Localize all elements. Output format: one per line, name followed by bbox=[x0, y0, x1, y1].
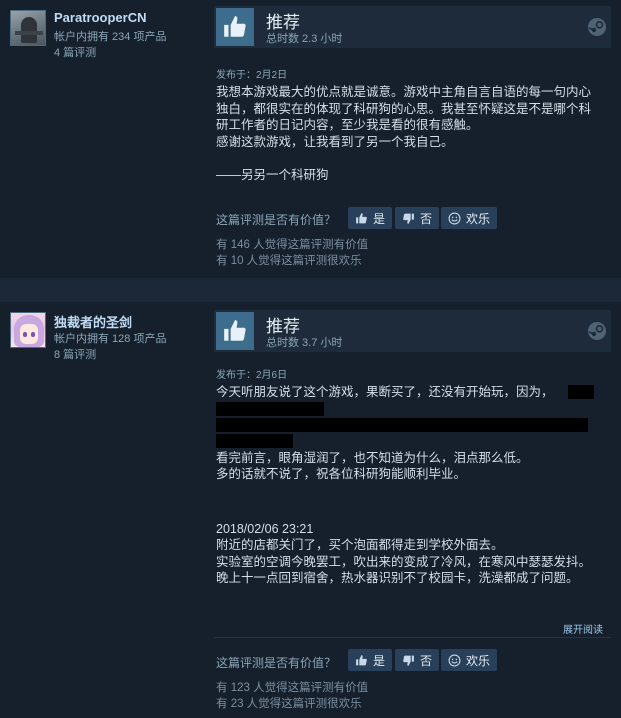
review-card: ParatrooperCN 帐户内拥有 234 项产品 4 篇评测 推荐 总时数… bbox=[0, 0, 621, 278]
helpful-question: 这篇评测是否有价值？ bbox=[216, 213, 337, 227]
funny-count: 有 10 人觉得这篇评测很欢乐 bbox=[216, 255, 362, 267]
author-name[interactable]: ParatrooperCN bbox=[54, 10, 146, 25]
vote-header[interactable]: 推荐 总时数 3.7 小时 bbox=[214, 310, 611, 352]
helpful-question: 这篇评测是否有价值？ bbox=[216, 656, 337, 670]
redacted-block bbox=[216, 433, 293, 448]
avatar[interactable] bbox=[10, 10, 46, 46]
review-text-diary: 2018/02/06 23:21 附近的店都关门了，买个泡面都得走到学校外面去。… bbox=[216, 521, 592, 586]
vote-yes-button[interactable]: 是 bbox=[348, 649, 393, 671]
thumbs-down-icon bbox=[403, 213, 414, 224]
smiley-icon bbox=[448, 654, 461, 666]
avatar[interactable] bbox=[10, 312, 46, 348]
thumbs-up-icon bbox=[216, 312, 254, 350]
review-separator bbox=[0, 278, 621, 302]
author-name[interactable]: 独裁者的圣剑 bbox=[54, 312, 132, 331]
divider bbox=[214, 637, 611, 638]
funny-count: 有 23 人觉得这篇评测很欢乐 bbox=[216, 698, 362, 710]
helpful-count: 有 123 人觉得这篇评测有价值 bbox=[216, 682, 369, 694]
review-text: 看完前言，眼角湿润了，也不知道为什么，泪点那么低。 多的话就不说了，祝各位科研狗… bbox=[216, 450, 529, 482]
content-fade bbox=[214, 582, 611, 618]
smiley-icon bbox=[448, 212, 461, 224]
steam-logo-icon bbox=[588, 18, 606, 36]
review-body: 我想本游戏最大的优点就是诚意。游戏中主角自言自语的每一句内心独白，都很实在的体现… bbox=[216, 84, 598, 183]
redacted-block bbox=[568, 385, 594, 399]
vote-header[interactable]: 推荐 总时数 2.3 小时 bbox=[214, 6, 611, 48]
no-label: 否 bbox=[420, 211, 433, 226]
helpful-count: 有 146 人觉得这篇评测有价值 bbox=[216, 239, 369, 251]
posted-date: 发布于：2月6日 bbox=[216, 370, 288, 381]
thumbs-up-icon bbox=[216, 8, 254, 46]
thumbs-up-icon bbox=[356, 654, 367, 665]
helpful-counts: 有 146 人觉得这篇评测有价值 有 10 人觉得这篇评测很欢乐 bbox=[216, 237, 368, 269]
thumbs-up-icon bbox=[356, 212, 367, 223]
yes-label: 是 bbox=[373, 211, 386, 226]
vote-yes-button[interactable]: 是 bbox=[348, 207, 393, 229]
vote-no-button[interactable]: 否 bbox=[395, 649, 440, 671]
helpful-counts: 有 123 人觉得这篇评测有价值 有 23 人觉得这篇评测很欢乐 bbox=[216, 680, 368, 712]
hours-played: 总时数 3.7 小时 bbox=[266, 337, 343, 349]
review-count[interactable]: 8 篇评测 bbox=[54, 346, 96, 362]
review-text-line1: 今天听朋友说了这个游戏，果断买了，还没有开始玩，因为， bbox=[216, 385, 554, 399]
vote-no-button[interactable]: 否 bbox=[395, 207, 440, 229]
vote-funny-button[interactable]: 欢乐 bbox=[441, 649, 498, 671]
review-count[interactable]: 4 篇评测 bbox=[54, 44, 96, 60]
funny-label: 欢乐 bbox=[466, 211, 491, 226]
thumbs-down-icon bbox=[403, 655, 414, 666]
expand-review-link[interactable]: 展开阅读 bbox=[563, 621, 603, 636]
review-text: 我想本游戏最大的优点就是诚意。游戏中主角自言自语的每一句内心独白，都很实在的体现… bbox=[216, 85, 592, 182]
review-body: 今天听朋友说了这个游戏，果断买了，还没有开始玩，因为， 看完前言，眼角湿润了，也… bbox=[216, 384, 598, 587]
products-owned[interactable]: 帐户内拥有 128 项产品 bbox=[54, 330, 166, 346]
funny-label: 欢乐 bbox=[466, 653, 491, 668]
hours-played: 总时数 2.3 小时 bbox=[266, 33, 343, 45]
products-owned[interactable]: 帐户内拥有 234 项产品 bbox=[54, 28, 166, 44]
no-label: 否 bbox=[420, 653, 433, 668]
redacted-block bbox=[216, 401, 324, 416]
yes-label: 是 bbox=[373, 653, 386, 668]
steam-logo-icon bbox=[588, 322, 606, 340]
posted-date: 发布于：2月2日 bbox=[216, 70, 288, 81]
vote-funny-button[interactable]: 欢乐 bbox=[441, 207, 498, 229]
redacted-block bbox=[216, 417, 588, 432]
